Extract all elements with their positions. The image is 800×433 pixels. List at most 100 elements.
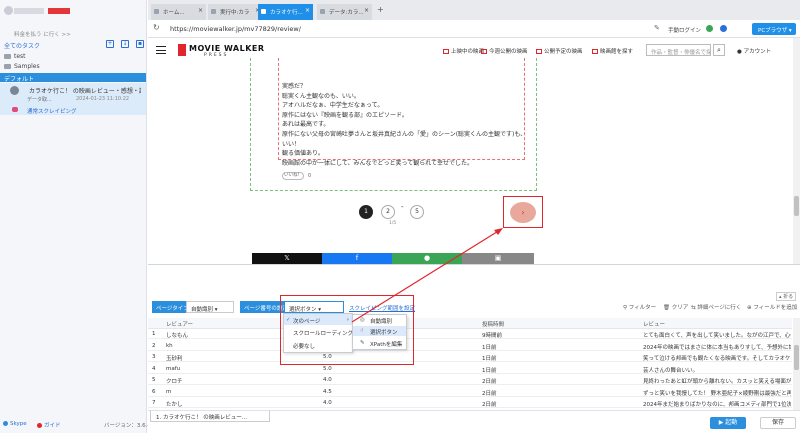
folder-default[interactable]: デフォルト	[0, 73, 146, 83]
facebook-icon: f	[355, 254, 359, 262]
table-cell[interactable]: 2日前	[482, 377, 637, 385]
save-button[interactable]: 保存	[760, 417, 796, 429]
table-cell[interactable]: 1日前	[482, 366, 637, 374]
filter-icon: ⚲	[623, 305, 628, 311]
manual-login-button[interactable]: 手動ログイン	[668, 26, 701, 34]
table-cell[interactable]: 2日前	[482, 389, 637, 397]
table-cell[interactable]: 1	[152, 331, 164, 337]
avatar[interactable]	[4, 6, 13, 15]
table-cell[interactable]: とても面白くて、声を出して笑いました。ながの江戸で、心の残り...	[643, 331, 791, 339]
tab-running[interactable]: 実行中:カラ×	[208, 4, 263, 20]
table-cell[interactable]: 6	[152, 389, 164, 395]
tab-home[interactable]: ホーム... ×	[151, 4, 206, 20]
task-mode-link[interactable]: 通常スクレイピング	[27, 107, 77, 115]
table-cell[interactable]: 4.0	[323, 400, 473, 406]
column-header-posted[interactable]: 投稿時間	[482, 320, 504, 328]
table-cell[interactable]: 5	[152, 377, 164, 383]
skype-link[interactable]: Skype	[3, 421, 27, 427]
tab-data[interactable]: データ:カラ... ×	[317, 4, 372, 20]
share-copy-button[interactable]: ▣	[462, 253, 534, 264]
url-field[interactable]: https://moviewalker.jp/mv77829/review/	[170, 25, 301, 33]
close-icon[interactable]: ×	[305, 7, 310, 14]
table-cell[interactable]: 1日前	[482, 343, 637, 351]
theater-icon	[592, 49, 598, 54]
guide-link[interactable]: ガイド	[37, 421, 61, 429]
hamburger-menu-icon[interactable]	[156, 46, 166, 54]
review-text-line: 映画館の中が一体にして、みんなでどっと笑って観られて幸せでした。	[282, 159, 474, 167]
table-cell[interactable]: 2024年の映画ではまさに体に本当もありすして、予想外に評判が...	[643, 343, 791, 351]
table-cell[interactable]: mafu	[166, 366, 316, 372]
page-5-button[interactable]: 5	[410, 205, 424, 219]
folder-add-icon[interactable]: ▪	[136, 40, 144, 48]
table-cell[interactable]: 笑って泣ける邦画でも観たくなる映画です。そしてカラオケで歌...	[643, 354, 791, 362]
table-cell[interactable]: 4.0	[323, 377, 473, 383]
column-header-reviewer[interactable]: レビュアー	[166, 320, 193, 328]
import-icon[interactable]: ↓	[121, 40, 129, 48]
detail-page-button[interactable]: ⇆ 詳細ページに行く	[691, 303, 741, 311]
nav-theaters[interactable]: 映画館を探す	[592, 47, 633, 55]
table-cell[interactable]: 4.5	[323, 389, 473, 395]
close-icon[interactable]: ×	[198, 7, 203, 14]
add-field-button[interactable]: ⊕ フィールドを追加	[747, 303, 797, 311]
table-cell[interactable]: m	[166, 389, 316, 395]
column-header-review[interactable]: レビュー	[643, 320, 665, 328]
filter-button[interactable]: ⚲ フィルター	[623, 303, 656, 311]
table-cell[interactable]: 9時間前	[482, 331, 637, 339]
new-tab-icon[interactable]: +	[377, 5, 384, 14]
site-search-input[interactable]: 作品・監督・俳優名で探す	[646, 44, 711, 56]
table-cell[interactable]: 2日前	[482, 400, 637, 408]
page-icon	[261, 9, 266, 14]
calendar-icon	[481, 49, 487, 54]
page-2-button[interactable]: 2	[381, 205, 395, 219]
search-icon[interactable]: ⌕	[713, 44, 725, 56]
page-scrollbar[interactable]	[793, 38, 800, 264]
page-1-button[interactable]: 1	[359, 205, 373, 219]
new-task-icon[interactable]: +	[106, 40, 114, 48]
table-cell[interactable]: たかし	[166, 400, 316, 408]
share-facebook-button[interactable]: f	[322, 253, 392, 264]
task-title[interactable]: カラオケ行こ！ の映画レビュー・感想・評...	[29, 86, 141, 95]
table-cell[interactable]: 4	[152, 366, 164, 372]
site-logo[interactable]: MOVIE WALKER	[189, 44, 265, 53]
table-cell[interactable]: ずっと笑いを我慢してた！ 野木亜紀子×綾野剛は最強だと再確認...	[643, 389, 791, 397]
table-cell[interactable]: 見終わったあと虹が頭から離れない。カスッと笑える場面があり...	[643, 377, 791, 385]
share-line-button[interactable]: ●	[392, 253, 462, 264]
folder-test[interactable]: test	[4, 53, 26, 60]
status-icon[interactable]	[706, 25, 713, 32]
nav-upcoming[interactable]: 公開予定の映画	[536, 47, 583, 55]
reload-icon[interactable]: ↻	[153, 23, 160, 32]
table-scrollbar-thumb[interactable]	[794, 345, 799, 370]
page-type-select[interactable]: 自動識別 ▾	[186, 301, 234, 313]
clear-button[interactable]: 🗑 クリア	[663, 303, 688, 311]
all-tasks-label[interactable]: 全てのタスク	[4, 41, 40, 50]
upgrade-link[interactable]: 料金を払う に行く >>	[14, 30, 71, 38]
account-link[interactable]: ● アカウント	[737, 47, 771, 55]
share-x-button[interactable]: 𝕏	[252, 253, 322, 264]
nav-now-showing[interactable]: 上映中の映画	[443, 47, 484, 55]
fold-button[interactable]: ▴ 折る	[776, 292, 797, 301]
table-cell[interactable]: 1日前	[482, 354, 637, 362]
info-icon[interactable]	[720, 25, 727, 32]
like-button[interactable]: いいね！	[282, 172, 304, 180]
user-plan-badge	[48, 8, 70, 14]
table-cell[interactable]: 2	[152, 343, 164, 349]
next-page-button[interactable]: ›	[510, 202, 536, 223]
table-cell[interactable]: 5.0	[323, 366, 473, 372]
close-icon[interactable]: ×	[364, 7, 369, 14]
edit-icon[interactable]: ✎	[654, 24, 660, 32]
page-scrollbar-thumb[interactable]	[794, 196, 799, 216]
table-cell[interactable]: 3	[152, 354, 164, 360]
run-button[interactable]: ▶ 起動	[710, 417, 746, 429]
nav-this-week[interactable]: 今週公開の映画	[481, 47, 528, 55]
skype-icon	[3, 421, 8, 426]
table-cell[interactable]: クロチ	[166, 377, 316, 385]
page-icon	[211, 9, 216, 14]
table-cell[interactable]: 7	[152, 400, 164, 406]
pc-browser-button[interactable]: PCブラウザ ▾	[752, 23, 796, 35]
data-sheet-tab[interactable]: 1. カラオケ行こ！ の映画レビュー...	[150, 411, 270, 422]
review-text-line: 原作にない父母の宮崎吐夢さんと坂井真紀さんの「愛」のシーン(聡実くんの主観です)…	[282, 131, 527, 138]
folder-samples[interactable]: Samples	[4, 63, 40, 70]
tab-karaoke[interactable]: カラオケ行... ×	[258, 4, 313, 20]
table-cell[interactable]: 芸人さんの舞台いい。	[643, 366, 791, 374]
table-cell[interactable]: 2024年まだ始まりばかりなのに、邦画コメディ部門で1位決まり...	[643, 400, 791, 408]
